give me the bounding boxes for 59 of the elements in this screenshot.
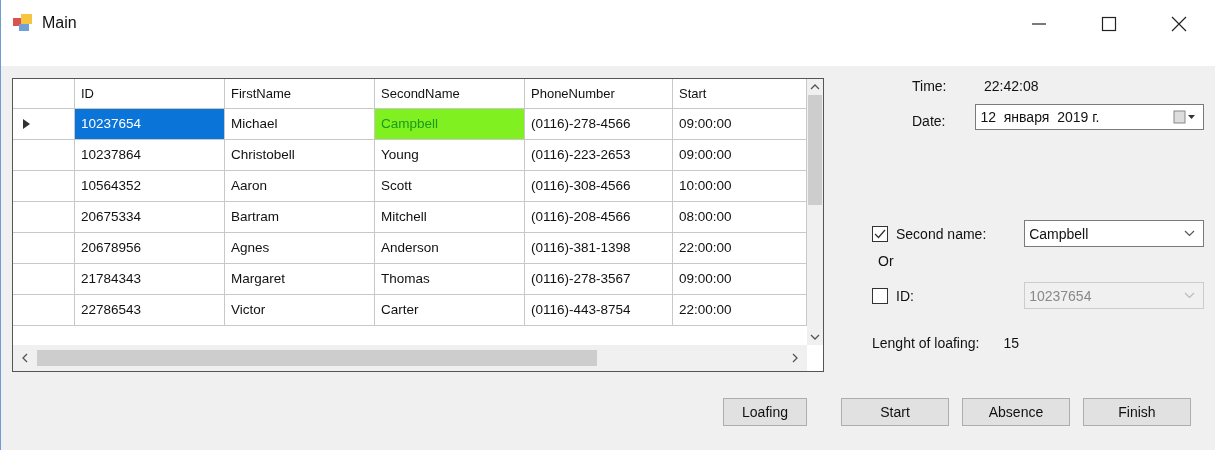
table-cell: Thomas <box>375 264 525 295</box>
column-header[interactable]: PhoneNumber <box>525 79 673 109</box>
data-grid[interactable] <box>12 78 824 372</box>
table-cell: (0116)-278-3567 <box>525 264 673 295</box>
table-cell: Victor <box>225 295 375 326</box>
table-cell: Young <box>375 140 525 171</box>
loafing-label: Lenght of loafing: <box>872 335 980 351</box>
table-cell: (0116)-208-4566 <box>525 202 673 233</box>
scroll-down-icon[interactable] <box>810 333 820 341</box>
scroll-up-icon[interactable] <box>810 83 820 91</box>
calendar-dropdown-icon <box>1173 110 1197 124</box>
table-cell: Bartram <box>225 202 375 233</box>
table-cell: Agnes <box>225 233 375 264</box>
table-cell: Mitchell <box>375 202 525 233</box>
table-cell: Christobell <box>225 140 375 171</box>
app-icon <box>13 14 33 32</box>
table-cell: Carter <box>375 295 525 326</box>
table-cell: Margaret <box>225 264 375 295</box>
chevron-down-icon <box>1184 230 1195 237</box>
table-cell: (0116)-278-4566 <box>525 109 673 140</box>
date-label: Date: <box>912 113 947 129</box>
table-cell: 10237654 <box>75 109 225 140</box>
date-picker[interactable]: 12 января 2019 г. <box>975 104 1204 130</box>
close-icon[interactable] <box>1171 16 1187 32</box>
checkbox[interactable] <box>872 225 888 242</box>
window-title: Main <box>42 14 77 32</box>
loafing-value: 15 <box>1003 335 1019 351</box>
action-button[interactable]: Start <box>841 398 949 426</box>
action-button[interactable]: Loafing <box>723 398 807 426</box>
table-cell: 20678956 <box>75 233 225 264</box>
time-value: 22:42:08 <box>984 78 1039 94</box>
time-label: Time: <box>912 78 944 94</box>
table-cell: Scott <box>375 171 525 202</box>
scroll-right-icon[interactable] <box>791 353 799 363</box>
vertical-scrollbar[interactable] <box>807 79 823 345</box>
table-cell: Anderson <box>375 233 525 264</box>
table-cell: Campbell <box>375 109 525 140</box>
table-cell: 20675334 <box>75 202 225 233</box>
horizontal-scrollbar[interactable] <box>13 345 807 371</box>
chevron-down-icon <box>1184 292 1195 299</box>
table-cell: (0116)-223-2653 <box>525 140 673 171</box>
action-button[interactable]: Finish <box>1083 398 1191 426</box>
table-cell: (0116)-381-1398 <box>525 233 673 264</box>
scroll-left-icon[interactable] <box>21 353 29 363</box>
filter-label: ID: <box>896 287 915 304</box>
filter-label: Second name: <box>896 225 988 242</box>
column-header[interactable]: FirstName <box>225 79 375 109</box>
maximize-icon[interactable] <box>1101 16 1117 32</box>
action-button[interactable]: Absence <box>962 398 1070 426</box>
table-cell: (0116)-308-4566 <box>525 171 673 202</box>
table-cell: 10564352 <box>75 171 225 202</box>
table-cell: (0116)-443-8754 <box>525 295 673 326</box>
table-cell: Aaron <box>225 171 375 202</box>
combo-box[interactable]: Campbell <box>1024 220 1204 247</box>
or-label: Or <box>878 253 895 269</box>
table-cell: 21784343 <box>75 264 225 295</box>
table-cell: 22786543 <box>75 295 225 326</box>
row-pointer-icon <box>23 119 30 129</box>
table-cell: 10237864 <box>75 140 225 171</box>
